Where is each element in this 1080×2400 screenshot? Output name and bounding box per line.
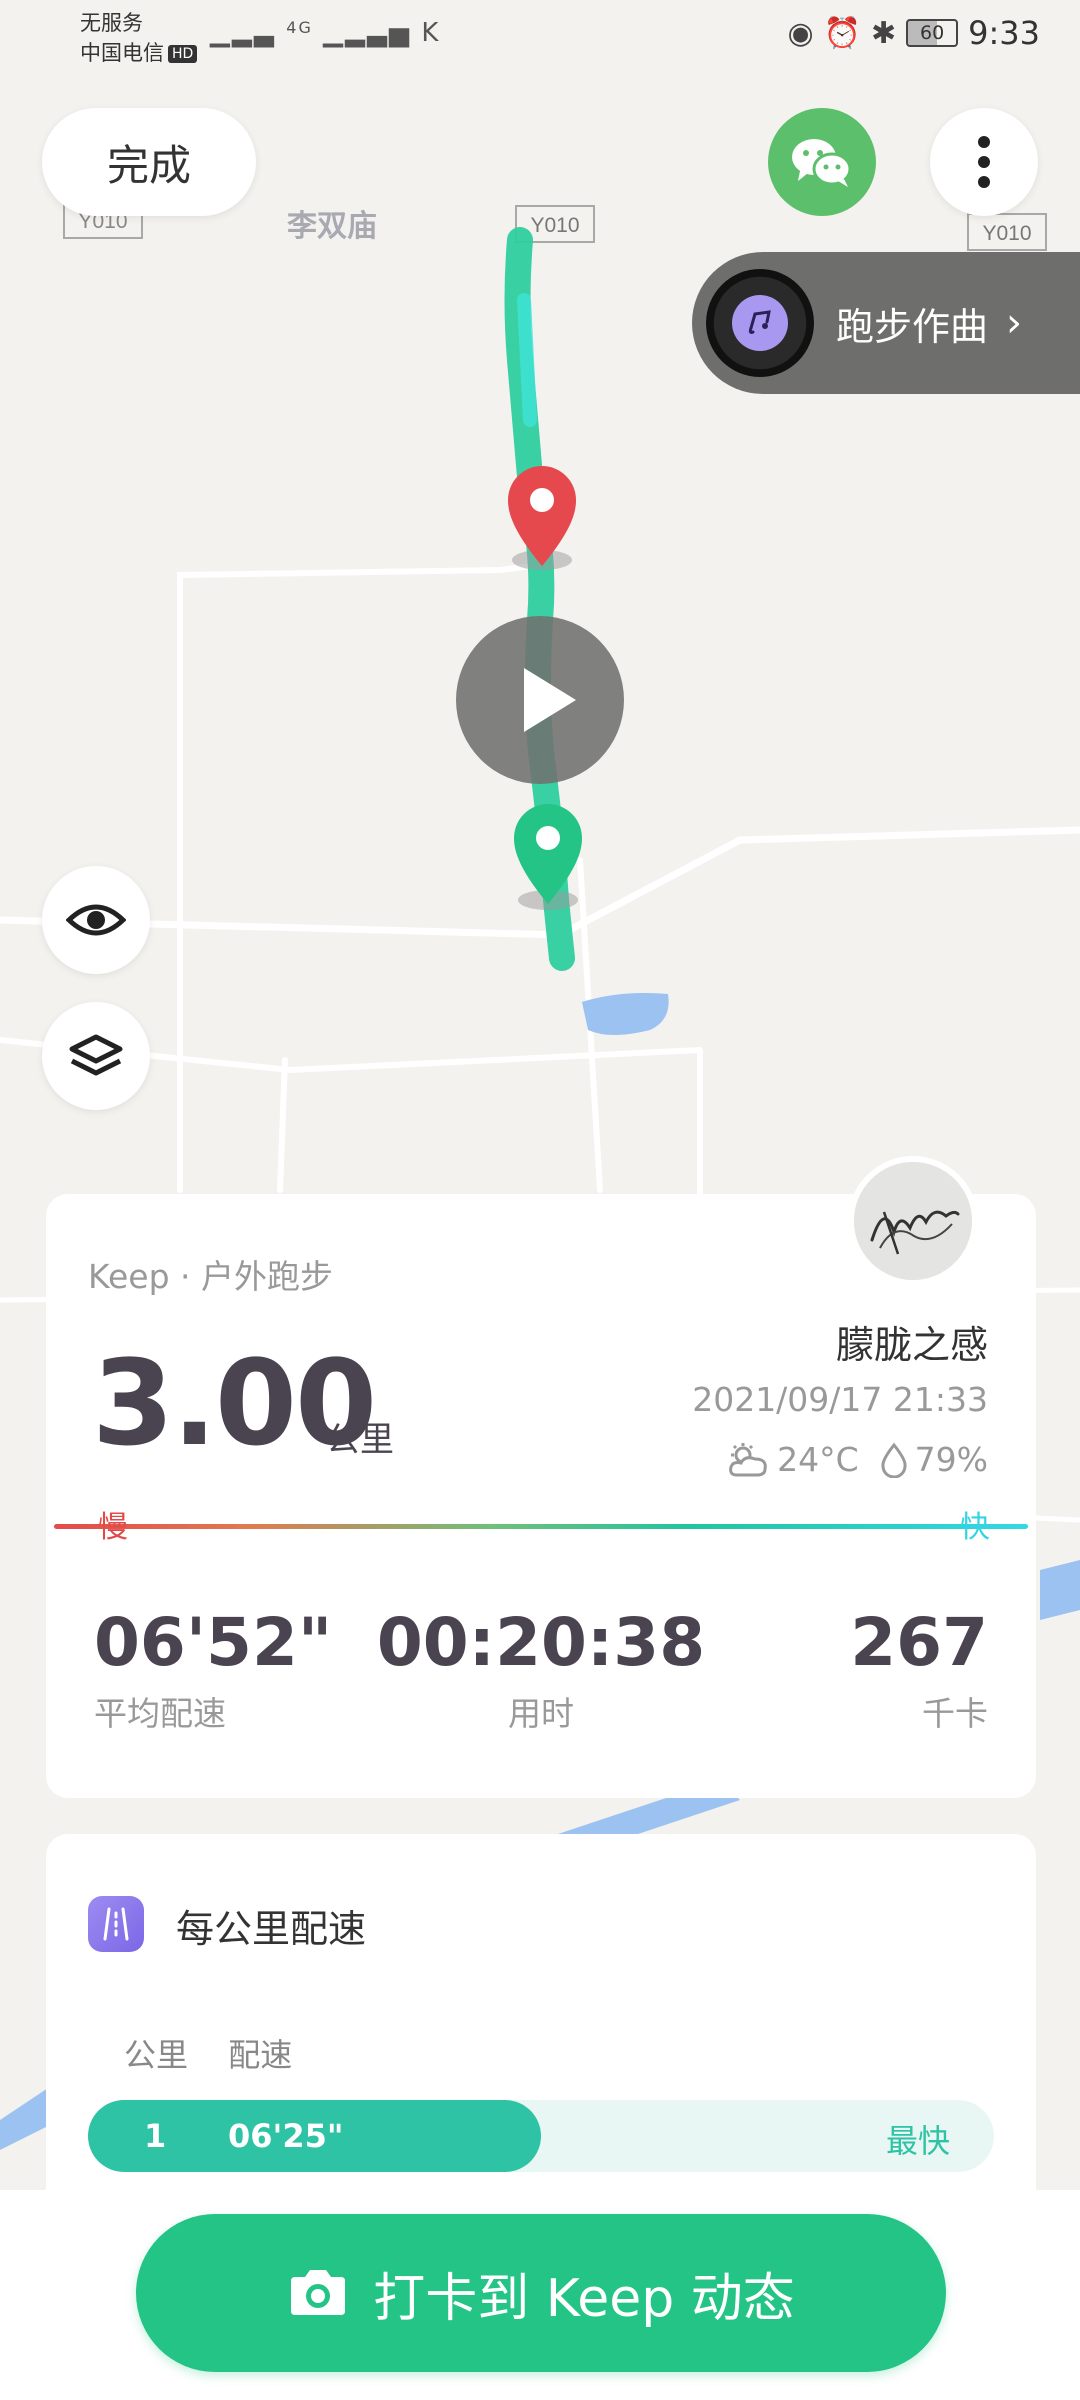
signature-avatar-image <box>854 1162 972 1280</box>
activity-source: Keep · 户外跑步 <box>88 1257 334 1296</box>
partly-cloudy-icon <box>729 1442 767 1476</box>
run-music-button[interactable]: 跑步作曲 › <box>692 252 1080 394</box>
calories-value: 267 <box>850 1604 988 1681</box>
more-button[interactable] <box>930 108 1038 216</box>
svg-text:Y010: Y010 <box>530 214 579 237</box>
status-signal-icon: ▁▂▃ 4G ▁▂▃▅ K <box>210 18 440 48</box>
start-pin-icon <box>514 804 582 910</box>
hd-badge: HD <box>168 45 198 63</box>
slow-label: 慢 <box>98 1510 128 1545</box>
humidity-drop-icon <box>881 1442 907 1478</box>
layers-icon <box>69 1034 123 1076</box>
fastest-tag: 最快 <box>885 2122 950 2160</box>
status-carrier-name: 中国电信 HD <box>80 38 198 68</box>
checkin-label: 打卡到 Keep 动态 <box>373 2268 795 2329</box>
music-label: 跑步作曲 <box>836 304 989 349</box>
eye-comfort-icon: ◉ <box>787 15 814 51</box>
wechat-icon <box>792 139 852 187</box>
distance-unit: 公里 <box>326 1420 394 1460</box>
calories-label: 千卡 <box>922 1694 988 1733</box>
road-icon <box>88 1896 144 1952</box>
temperature: 24°C <box>777 1440 859 1479</box>
k-icon: K <box>421 18 441 48</box>
done-button[interactable]: 完成 <box>42 108 256 216</box>
camera-icon <box>291 2270 346 2315</box>
vinyl-disc-icon <box>706 269 814 377</box>
map-layers-button[interactable] <box>42 1002 150 1110</box>
pace-column-headers: 公里 配速 <box>124 2030 322 2076</box>
status-carrier: 无服务 中国电信 HD <box>80 8 198 68</box>
signal-bars-icon-2: ▁▂▃▅ <box>323 18 412 48</box>
status-right: ◉ ⏰ ✱ 60 9:33 <box>787 14 1040 52</box>
bluetooth-icon: ✱ <box>871 15 897 51</box>
pace-gradient-bar <box>54 1524 1028 1529</box>
music-note-icon <box>732 295 788 351</box>
place-label: 李双庙 <box>287 209 377 244</box>
battery-icon: 60 <box>906 19 959 47</box>
play-button[interactable] <box>456 616 624 784</box>
visibility-toggle-button[interactable] <box>42 866 150 974</box>
column-pace: 配速 <box>228 2036 293 2074</box>
eye-icon <box>66 904 126 936</box>
run-summary-card: Keep · 户外跑步 3.00 公里 朦胧之感 2021/09/17 21:3… <box>46 1194 1036 1798</box>
checkin-keep-button[interactable]: 打卡到 Keep 动态 <box>136 2214 946 2372</box>
more-vertical-icon <box>978 136 990 188</box>
user-name: 朦胧之感 <box>835 1323 988 1367</box>
pace-card-title: 每公里配速 <box>176 1907 367 1951</box>
humidity: 79% <box>914 1440 988 1479</box>
pace-row-bar: 1 06'25" <box>88 2100 541 2172</box>
fast-label: 快 <box>960 1510 990 1545</box>
route-line-highlight <box>517 293 537 427</box>
wechat-share-button[interactable] <box>768 108 876 216</box>
avatar[interactable] <box>848 1156 978 1286</box>
road-label-3: Y010 <box>967 213 1047 251</box>
calories-metric: 267 千卡 <box>850 1604 988 1735</box>
status-time: 9:33 <box>968 14 1040 52</box>
end-pin-icon <box>508 466 576 570</box>
run-datetime: 2021/09/17 21:33 <box>692 1380 988 1419</box>
network-type: 4G <box>286 18 313 37</box>
chevron-right-icon: › <box>1006 300 1023 346</box>
pace-row-km: 1 <box>144 2117 167 2155</box>
svg-text:Y010: Y010 <box>982 222 1031 245</box>
pace-row: 1 06'25" 最快 <box>88 2100 994 2172</box>
column-km: 公里 <box>124 2036 189 2074</box>
signal-bars-icon: ▁▂▃ <box>210 18 276 48</box>
weather-info: 24°C 79% <box>725 1440 988 1479</box>
status-no-service: 无服务 <box>80 11 143 35</box>
pace-row-value: 06'25" <box>228 2117 344 2155</box>
alarm-icon: ⏰ <box>823 15 861 51</box>
